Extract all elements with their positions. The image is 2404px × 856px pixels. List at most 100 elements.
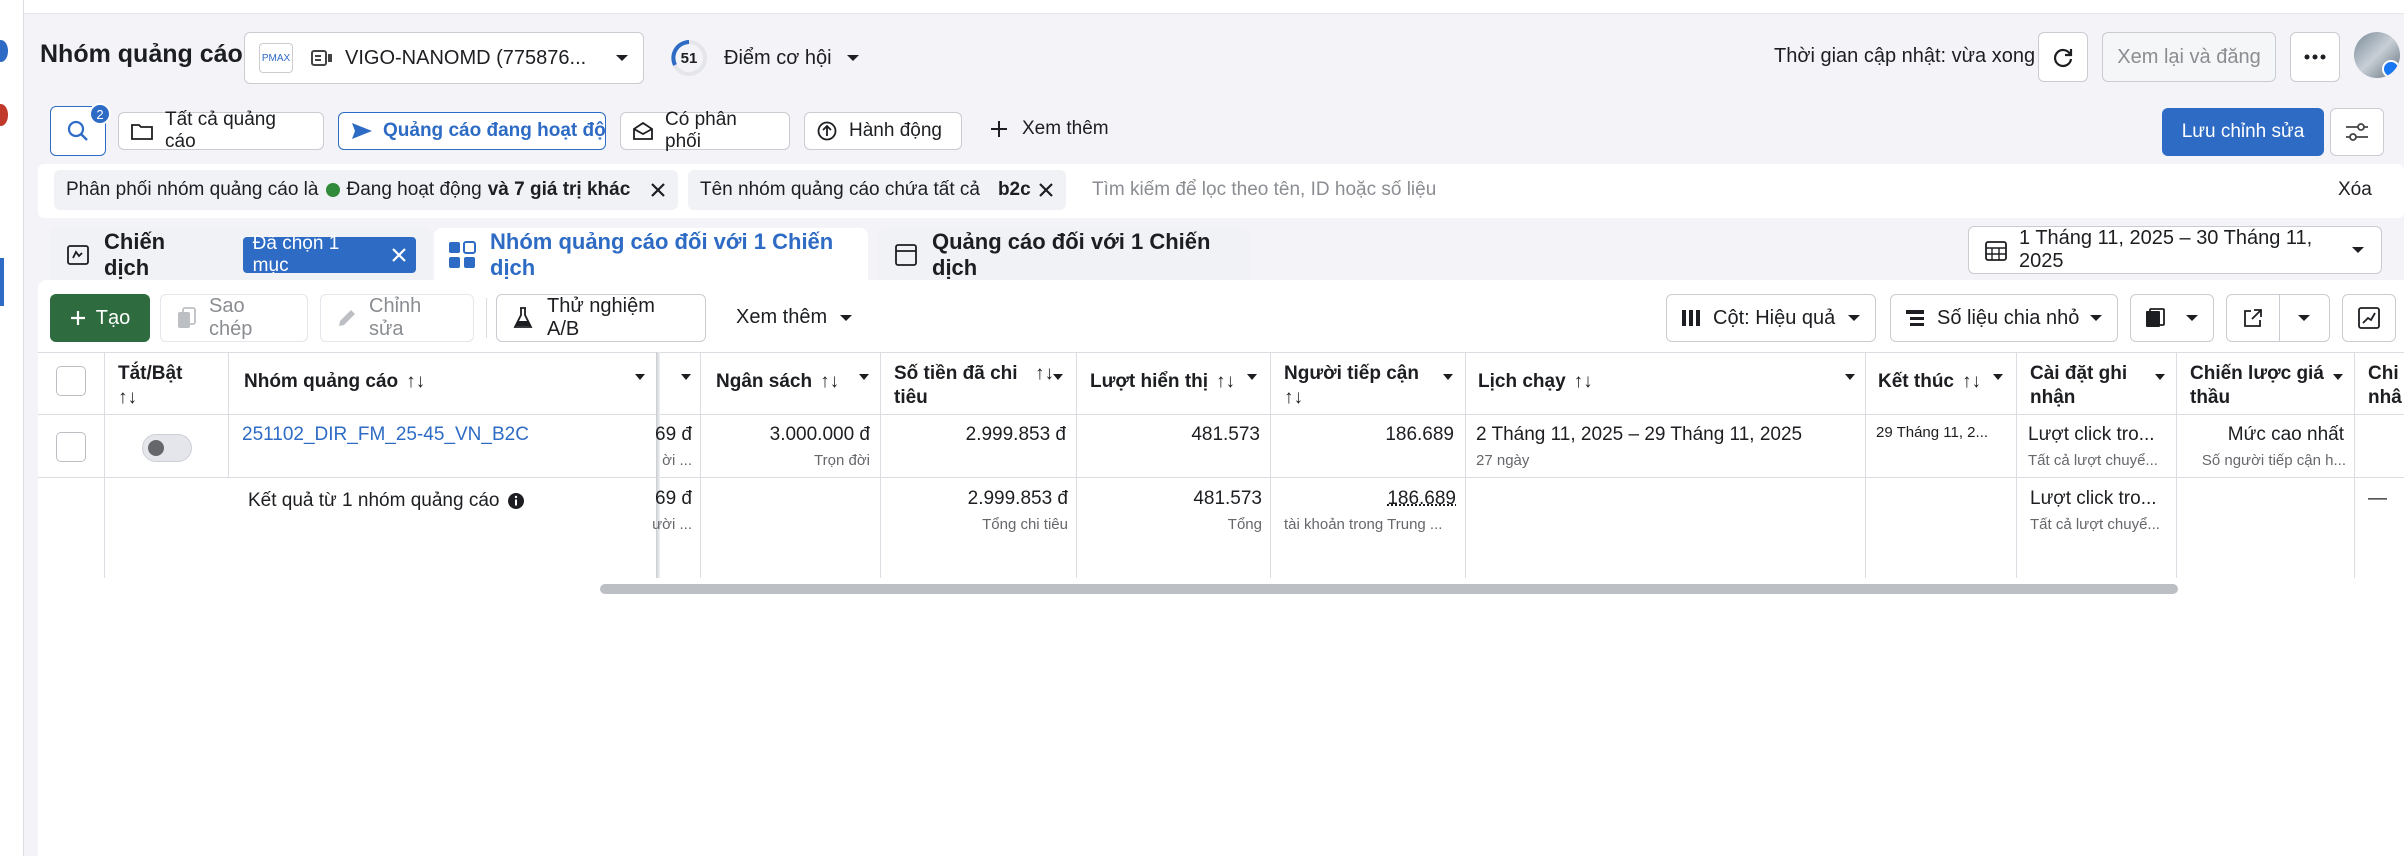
header-bid-strategy[interactable]: Chiến lược giá thầu bbox=[2190, 358, 2330, 414]
chip-prefix: Tên nhóm quảng cáo chứa tất cả bbox=[700, 179, 980, 200]
more-options-button[interactable] bbox=[2290, 32, 2340, 82]
summary-partial-value: 69 đ bbox=[655, 488, 692, 509]
close-icon[interactable] bbox=[1038, 182, 1054, 198]
charts-button[interactable] bbox=[2342, 294, 2396, 342]
header-budget[interactable]: Ngân sách ↑↓ bbox=[716, 358, 866, 414]
chevron-down-icon bbox=[615, 53, 629, 63]
tab-campaigns[interactable]: Chiến dịch Đã chọn 1 mục bbox=[50, 228, 432, 282]
chevron-down-icon[interactable] bbox=[634, 373, 646, 382]
summary-partial-sub: ười ... bbox=[652, 516, 692, 533]
filter-label: Quảng cáo đang hoạt động bbox=[383, 120, 606, 141]
chevron-down-icon[interactable] bbox=[1844, 373, 1856, 382]
bid-strategy-sub: Số người tiếp cận h... bbox=[2201, 452, 2346, 469]
chevron-down-icon[interactable] bbox=[2279, 313, 2329, 323]
columns-icon bbox=[1681, 308, 1701, 328]
schedule-days: 27 ngày bbox=[1476, 452, 1530, 469]
adset-name-link[interactable]: 251102_DIR_FM_25-45_VN_B2C bbox=[242, 424, 529, 446]
info-icon[interactable] bbox=[507, 492, 525, 510]
filter-all-ads[interactable]: Tất cả quảng cáo bbox=[118, 109, 324, 152]
tab-label: Nhóm quảng cáo đối với 1 Chiến dịch bbox=[490, 229, 834, 280]
chevron-down-icon[interactable] bbox=[1052, 373, 1064, 382]
customize-button[interactable] bbox=[2330, 108, 2384, 156]
header-ends[interactable]: Kết thúc ↑↓ bbox=[1878, 358, 1998, 414]
clear-filters-link[interactable]: Xóa bbox=[2338, 179, 2372, 201]
chevron-down-icon[interactable] bbox=[1442, 373, 1454, 382]
close-icon[interactable] bbox=[650, 182, 666, 198]
chevron-down-icon[interactable] bbox=[2332, 373, 2344, 382]
sliders-icon bbox=[2345, 122, 2369, 142]
chip-suffix: và 7 giá trị khác bbox=[487, 179, 631, 200]
chevron-down-icon[interactable] bbox=[2154, 373, 2166, 382]
horizontal-scrollbar[interactable] bbox=[600, 584, 2178, 594]
save-edits-button[interactable]: Lưu chỉnh sửa bbox=[2162, 108, 2324, 156]
selected-badge-label: Đã chọn 1 mục bbox=[252, 233, 340, 276]
filter-search-input[interactable]: Tìm kiếm để lọc theo tên, ID hoặc số liệ… bbox=[1092, 179, 1436, 201]
spend-value: 2.999.853 đ bbox=[965, 424, 1066, 445]
plus-icon bbox=[990, 120, 1008, 138]
send-icon bbox=[351, 122, 373, 140]
export-icon[interactable] bbox=[2227, 308, 2279, 328]
chip-value: b2c bbox=[997, 179, 1031, 200]
date-range-picker[interactable]: 1 Tháng 11, 2025 – 30 Tháng 11, 2025 bbox=[1968, 226, 2382, 274]
chevron-down-icon bbox=[2089, 313, 2103, 323]
schedule-value: 2 Tháng 11, 2025 – 29 Tháng 11, 2025 bbox=[1476, 424, 1803, 445]
budget-value: 3.000.000 đ bbox=[769, 424, 870, 445]
header-reach[interactable]: Người tiếp cận ↑↓ bbox=[1284, 358, 1444, 414]
export-button-group[interactable] bbox=[2226, 294, 2330, 342]
refresh-button[interactable] bbox=[2038, 32, 2088, 82]
row-checkbox[interactable] bbox=[56, 432, 86, 462]
toggle-switch[interactable] bbox=[142, 434, 192, 462]
tab-adsets[interactable]: Nhóm quảng cáo đối với 1 Chiến dịch bbox=[434, 228, 868, 282]
header-toggle[interactable]: Tắt/Bật ↑↓ bbox=[118, 358, 218, 414]
create-label: Tạo bbox=[95, 306, 131, 329]
column-divider bbox=[700, 352, 701, 578]
budget-type: Trọn đời bbox=[814, 452, 870, 469]
header-extra[interactable]: Chi nhâ bbox=[2368, 358, 2404, 414]
filter-chip-delivery[interactable]: Phân phối nhóm quảng cáo là Đang hoạt độ… bbox=[54, 170, 678, 210]
avatar[interactable] bbox=[2354, 32, 2400, 78]
select-all-checkbox[interactable] bbox=[56, 366, 86, 396]
column-divider bbox=[2176, 352, 2177, 578]
rail-red-indicator[interactable] bbox=[0, 104, 8, 126]
chevron-down-icon[interactable] bbox=[858, 373, 870, 382]
filter-delivering[interactable]: Có phân phối bbox=[620, 109, 790, 152]
header-attribution[interactable]: Cài đặt ghi nhận bbox=[2030, 358, 2150, 414]
edit-button[interactable]: Chỉnh sửa bbox=[320, 294, 474, 342]
folder-icon bbox=[131, 122, 153, 140]
filter-actions[interactable]: Hành động bbox=[804, 112, 962, 150]
summary-reach[interactable]: 186.689 bbox=[1284, 488, 1456, 510]
header-amount-spent[interactable]: Số tiền đã chi tiêu ↑↓ bbox=[894, 358, 1054, 414]
header-label: Lịch chạy bbox=[1478, 371, 1566, 392]
filter-active-ads[interactable]: Quảng cáo đang hoạt động bbox=[338, 112, 606, 150]
search-icon bbox=[67, 120, 89, 142]
summary-impressions: 481.573 bbox=[1193, 488, 1262, 509]
header-impressions[interactable]: Lượt hiển thị ↑↓ bbox=[1090, 358, 1260, 414]
review-publish-button[interactable]: Xem lại và đăng bbox=[2102, 32, 2276, 82]
breakdown-dropdown[interactable]: Số liệu chia nhỏ bbox=[1890, 294, 2118, 342]
tab-ads[interactable]: Quảng cáo đối với 1 Chiến dịch bbox=[878, 228, 1250, 282]
duplicate-button[interactable]: Sao chép bbox=[160, 294, 308, 342]
create-button[interactable]: Tạo bbox=[50, 294, 150, 342]
columns-dropdown[interactable]: Cột: Hiệu quả bbox=[1666, 294, 1876, 342]
opportunity-score[interactable]: 51 Điểm cơ hội bbox=[670, 38, 860, 78]
search-button[interactable]: 2 bbox=[50, 103, 111, 156]
ab-test-button[interactable]: Thử nghiệm A/B bbox=[496, 294, 706, 342]
column-divider bbox=[1270, 352, 1271, 578]
chevron-down-icon[interactable] bbox=[680, 373, 692, 382]
more-actions-dropdown[interactable]: Xem thêm bbox=[736, 306, 853, 329]
close-icon[interactable] bbox=[392, 248, 406, 262]
filter-chip-name[interactable]: Tên nhóm quảng cáo chứa tất cả b2c bbox=[688, 170, 1066, 210]
summary-label: Kết quả từ 1 nhóm quảng cáo bbox=[248, 490, 525, 512]
chevron-down-icon[interactable] bbox=[1246, 373, 1258, 382]
see-more-filters[interactable]: Xem thêm bbox=[990, 118, 1109, 140]
rail-blue-indicator[interactable] bbox=[0, 40, 8, 62]
header-adset-name[interactable]: Nhóm quảng cáo ↑↓ bbox=[244, 358, 644, 414]
chevron-down-icon bbox=[846, 53, 860, 63]
column-divider bbox=[2354, 352, 2355, 578]
flask-icon bbox=[513, 307, 533, 329]
header-schedule[interactable]: Lịch chạy ↑↓ bbox=[1478, 358, 1838, 414]
account-selector[interactable]: PMAX VIGO-NANOMD (775876... bbox=[244, 32, 644, 84]
chevron-down-icon[interactable] bbox=[1992, 373, 2004, 382]
selected-badge[interactable]: Đã chọn 1 mục bbox=[242, 233, 416, 276]
reports-dropdown[interactable] bbox=[2130, 294, 2214, 342]
